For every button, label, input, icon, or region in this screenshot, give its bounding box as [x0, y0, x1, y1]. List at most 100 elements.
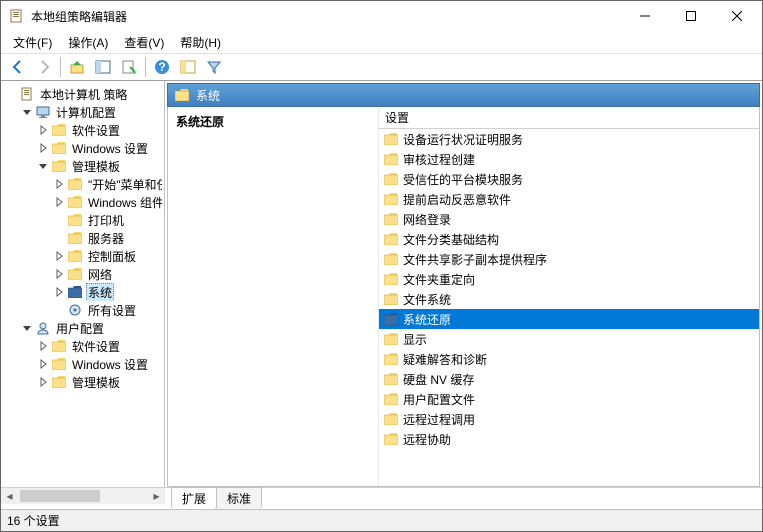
tab-extended[interactable]: 扩展: [171, 487, 217, 509]
tree-pane[interactable]: 本地计算机 策略计算机配置软件设置Windows 设置管理模板"开始"菜单和任务…: [1, 81, 165, 487]
list-item-label: 文件分类基础结构: [403, 231, 499, 248]
minimize-button[interactable]: [622, 1, 668, 31]
maximize-button[interactable]: [668, 1, 714, 31]
expand-icon[interactable]: [19, 104, 35, 120]
tree-cc-admin[interactable]: 管理模板: [3, 157, 162, 175]
expand-icon[interactable]: [51, 284, 67, 300]
settings-column-header[interactable]: 设置: [379, 107, 759, 129]
folder-icon: [383, 211, 399, 227]
show-hide-tree-button[interactable]: [91, 55, 115, 79]
back-button[interactable]: [6, 55, 30, 79]
scroll-right-arrow[interactable]: ▸: [148, 488, 165, 504]
list-item[interactable]: 文件系统: [379, 289, 759, 309]
tree-node-icon: [35, 104, 51, 120]
details-pane: 系统 系统还原 设置 设备运行状况证明服务审核过程创建受信任的平台模块服务提前启…: [165, 81, 762, 487]
list-item[interactable]: 显示: [379, 329, 759, 349]
up-button[interactable]: [65, 55, 89, 79]
expand-icon[interactable]: [51, 176, 67, 192]
filter-button[interactable]: [202, 55, 226, 79]
tree-node-icon: [51, 158, 67, 174]
tree-cc-windows[interactable]: Windows 设置: [3, 139, 162, 157]
options-button[interactable]: [176, 55, 200, 79]
list-item[interactable]: 设备运行状况证明服务: [379, 129, 759, 149]
menu-file[interactable]: 文件(F): [5, 32, 60, 53]
list-item[interactable]: 网络登录: [379, 209, 759, 229]
tree-cc-software[interactable]: 软件设置: [3, 121, 162, 139]
menu-help[interactable]: 帮助(H): [172, 32, 229, 53]
toolbar-separator: [145, 57, 146, 77]
tree-node-icon: [67, 302, 83, 318]
list-item[interactable]: 疑难解答和诊断: [379, 349, 759, 369]
settings-list-container: 设置 设备运行状况证明服务审核过程创建受信任的平台模块服务提前启动反恶意软件网络…: [378, 107, 759, 486]
list-item[interactable]: 远程过程调用: [379, 409, 759, 429]
toolbar-separator: [60, 57, 61, 77]
forward-button[interactable]: [32, 55, 56, 79]
list-item[interactable]: 文件共享影子副本提供程序: [379, 249, 759, 269]
expand-icon[interactable]: [35, 338, 51, 354]
expand-icon[interactable]: [51, 266, 67, 282]
list-item[interactable]: 用户配置文件: [379, 389, 759, 409]
expand-icon[interactable]: [19, 320, 35, 336]
tree-user-config[interactable]: 用户配置: [3, 319, 162, 337]
policy-tree[interactable]: 本地计算机 策略计算机配置软件设置Windows 设置管理模板"开始"菜单和任务…: [1, 83, 164, 393]
tree-cc-start[interactable]: "开始"菜单和任务栏: [3, 175, 162, 193]
folder-icon: [383, 331, 399, 347]
expand-icon[interactable]: [35, 374, 51, 390]
expand-icon[interactable]: [35, 122, 51, 138]
menu-bar: 文件(F) 操作(A) 查看(V) 帮助(H): [1, 31, 762, 53]
list-item-label: 文件共享影子副本提供程序: [403, 251, 547, 268]
tab-standard[interactable]: 标准: [216, 487, 262, 509]
tree-node-icon: [51, 122, 67, 138]
tree-node-label: 管理模板: [70, 374, 122, 391]
tree-cc-printer[interactable]: 打印机: [3, 211, 162, 229]
list-item[interactable]: 硬盘 NV 缓存: [379, 369, 759, 389]
list-item-label: 显示: [403, 331, 427, 348]
folder-icon: [383, 271, 399, 287]
tree-cc-all[interactable]: 所有设置: [3, 301, 162, 319]
tree-uc-windows[interactable]: Windows 设置: [3, 355, 162, 373]
scroll-thumb[interactable]: [20, 490, 100, 502]
tree-node-icon: [19, 86, 35, 102]
tree-horizontal-scrollbar[interactable]: ◂ ▸: [1, 487, 165, 504]
tree-node-label: 软件设置: [70, 338, 122, 355]
tree-node-icon: [35, 320, 51, 336]
tree-node-label: 控制面板: [86, 248, 138, 265]
expand-icon[interactable]: [35, 140, 51, 156]
help-button[interactable]: ?: [150, 55, 174, 79]
tree-uc-software[interactable]: 软件设置: [3, 337, 162, 355]
title-bar: 本地组策略编辑器: [1, 1, 762, 31]
tree-uc-admin[interactable]: 管理模板: [3, 373, 162, 391]
tree-cc-server[interactable]: 服务器: [3, 229, 162, 247]
tree-root[interactable]: 本地计算机 策略: [3, 85, 162, 103]
properties-button[interactable]: [117, 55, 141, 79]
menu-view[interactable]: 查看(V): [116, 32, 172, 53]
list-item[interactable]: 受信任的平台模块服务: [379, 169, 759, 189]
tree-computer-config[interactable]: 计算机配置: [3, 103, 162, 121]
list-item[interactable]: 远程协助: [379, 429, 759, 449]
expand-icon[interactable]: [35, 158, 51, 174]
tree-cc-wincomp[interactable]: Windows 组件: [3, 193, 162, 211]
tree-node-icon: [67, 194, 83, 210]
tree-cc-control[interactable]: 控制面板: [3, 247, 162, 265]
expand-icon[interactable]: [51, 248, 67, 264]
settings-list[interactable]: 设备运行状况证明服务审核过程创建受信任的平台模块服务提前启动反恶意软件网络登录文…: [379, 129, 759, 486]
list-item[interactable]: 文件分类基础结构: [379, 229, 759, 249]
list-item[interactable]: 文件夹重定向: [379, 269, 759, 289]
list-item[interactable]: 审核过程创建: [379, 149, 759, 169]
tree-cc-system[interactable]: 系统: [3, 283, 162, 301]
scroll-left-arrow[interactable]: ◂: [1, 488, 18, 504]
close-button[interactable]: [714, 1, 760, 31]
menu-action[interactable]: 操作(A): [60, 32, 116, 53]
folder-icon: [383, 431, 399, 447]
tree-node-label: "开始"菜单和任务栏: [86, 176, 162, 193]
list-item[interactable]: 系统还原: [379, 309, 759, 329]
details-header-title: 系统: [196, 87, 220, 104]
tree-node-icon: [51, 338, 67, 354]
folder-icon: [383, 171, 399, 187]
expand-icon[interactable]: [35, 356, 51, 372]
expand-icon[interactable]: [51, 194, 67, 210]
tree-cc-network[interactable]: 网络: [3, 265, 162, 283]
expand-icon: [51, 230, 67, 246]
list-item[interactable]: 提前启动反恶意软件: [379, 189, 759, 209]
tree-node-label: 软件设置: [70, 122, 122, 139]
